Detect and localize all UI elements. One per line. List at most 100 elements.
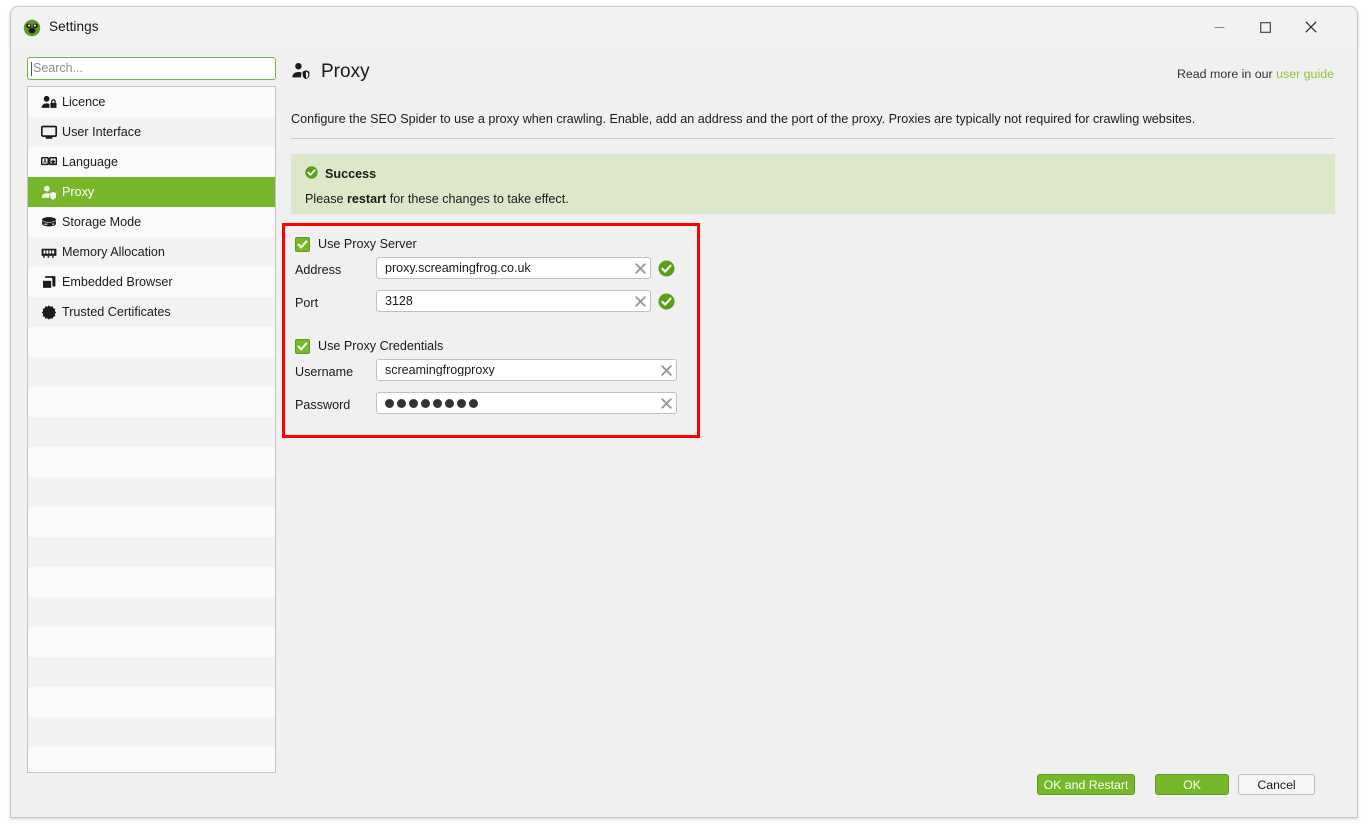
success-banner: Success Please restart for these changes… — [291, 154, 1335, 214]
username-value: screamingfrogproxy — [377, 364, 656, 377]
search-placeholder: Search... — [33, 62, 83, 75]
cancel-button[interactable]: Cancel — [1238, 774, 1315, 795]
username-label: Username — [295, 366, 353, 379]
settings-nav-list[interactable]: Licence User Interface A Language Proxy Stora… — [27, 86, 276, 773]
use-proxy-credentials-label: Use Proxy Credentials — [318, 340, 443, 353]
use-proxy-server-label: Use Proxy Server — [318, 238, 417, 251]
banner-message-prefix: Please — [305, 192, 347, 206]
maximize-icon[interactable] — [1242, 7, 1288, 47]
search-input[interactable]: Search... — [27, 57, 276, 80]
port-field[interactable]: 3128 — [376, 290, 651, 312]
port-label: Port — [295, 297, 318, 310]
sidebar-empty-row — [28, 387, 275, 417]
page-header: Proxy — [291, 61, 370, 81]
sidebar-item-label: Storage Mode — [62, 216, 141, 229]
port-value: 3128 — [377, 295, 630, 308]
sidebar-item-embedded-browser[interactable]: Embedded Browser — [28, 267, 275, 297]
address-label: Address — [295, 264, 341, 277]
close-icon[interactable] — [1288, 7, 1334, 47]
address-valid-check-icon — [658, 260, 675, 277]
checkbox-checked-icon — [295, 237, 310, 252]
port-valid-check-icon — [658, 293, 675, 310]
sidebar-item-label: User Interface — [62, 126, 141, 139]
ok-button[interactable]: OK — [1155, 774, 1229, 795]
sidebar-empty-row — [28, 597, 275, 627]
sidebar-empty-row — [28, 417, 275, 447]
window-title: Settings — [49, 19, 99, 34]
password-dot — [409, 399, 418, 408]
screaming-frog-logo-icon — [23, 19, 41, 37]
user-lock-icon — [40, 94, 57, 111]
database-icon — [40, 214, 57, 231]
sidebar-item-licence[interactable]: Licence — [28, 87, 275, 117]
sidebar-empty-row — [28, 657, 275, 687]
sidebar-item-label: Trusted Certificates — [62, 306, 171, 319]
clear-x-icon[interactable] — [656, 393, 676, 413]
sidebar-empty-row — [28, 627, 275, 657]
use-proxy-credentials-checkbox[interactable]: Use Proxy Credentials — [295, 339, 443, 354]
sidebar-empty-row — [28, 477, 275, 507]
sidebar-empty-row — [28, 327, 275, 357]
user-guide-link[interactable]: user guide — [1276, 67, 1334, 81]
language-icon: A — [40, 154, 57, 171]
text-caret — [31, 62, 32, 76]
password-label: Password — [295, 399, 350, 412]
sidebar-item-label: Licence — [62, 96, 105, 109]
password-dot — [397, 399, 406, 408]
title-bar: Settings — [11, 7, 1357, 47]
password-field[interactable] — [376, 392, 677, 414]
clear-x-icon[interactable] — [630, 291, 650, 311]
sidebar-empty-row — [28, 447, 275, 477]
password-dot — [433, 399, 442, 408]
settings-dialog-screen: Settings Search... — [0, 0, 1366, 825]
header-divider — [291, 138, 1335, 139]
sidebar-item-label: Language — [62, 156, 118, 169]
monitor-icon — [40, 124, 57, 141]
proxy-form: Use Proxy Server Address proxy.screaming… — [287, 228, 697, 433]
sidebar-empty-row — [28, 567, 275, 597]
clear-x-icon[interactable] — [630, 258, 650, 278]
certificate-icon — [40, 304, 57, 321]
username-field[interactable]: screamingfrogproxy — [376, 359, 677, 381]
sidebar-item-proxy[interactable]: Proxy — [28, 177, 275, 207]
settings-window: Settings Search... — [10, 6, 1358, 818]
use-proxy-server-checkbox[interactable]: Use Proxy Server — [295, 237, 417, 252]
page-description: Configure the SEO Spider to use a proxy … — [291, 111, 1335, 127]
dialog-footer: OK and Restart OK Cancel — [11, 765, 1357, 817]
svg-text:A: A — [43, 159, 47, 165]
ok-and-restart-button[interactable]: OK and Restart — [1037, 774, 1135, 795]
sidebar-empty-row — [28, 507, 275, 537]
clear-x-icon[interactable] — [656, 360, 676, 380]
read-more-text: Read more in our user guide — [1177, 67, 1334, 81]
banner-title-row: Success — [305, 166, 1321, 182]
password-dot — [469, 399, 478, 408]
sidebar-item-memory-allocation[interactable]: Memory Allocation — [28, 237, 275, 267]
address-field[interactable]: proxy.screamingfrog.co.uk — [376, 257, 651, 279]
banner-title-text: Success — [325, 168, 376, 181]
sidebar-item-storage-mode[interactable]: Storage Mode — [28, 207, 275, 237]
sidebar-empty-row — [28, 537, 275, 567]
browser-window-icon — [40, 274, 57, 291]
banner-message-bold: restart — [347, 192, 386, 206]
password-masked-value — [377, 399, 656, 408]
checkbox-checked-icon — [295, 339, 310, 354]
sidebar-item-trusted-certificates[interactable]: Trusted Certificates — [28, 297, 275, 327]
sidebar-item-user-interface[interactable]: User Interface — [28, 117, 275, 147]
memory-chip-icon — [40, 244, 57, 261]
page-title: Proxy — [321, 62, 370, 81]
sidebar-empty-row — [28, 357, 275, 387]
user-shield-icon — [291, 61, 311, 81]
banner-message: Please restart for these changes to take… — [305, 193, 1321, 206]
password-dot — [457, 399, 466, 408]
user-shield-icon — [40, 184, 57, 201]
minimize-icon[interactable] — [1196, 7, 1242, 47]
sidebar-item-label: Memory Allocation — [62, 246, 165, 259]
password-dot — [385, 399, 394, 408]
password-dot — [421, 399, 430, 408]
sidebar-empty-row — [28, 687, 275, 717]
banner-message-suffix: for these changes to take effect. — [386, 192, 569, 206]
address-value: proxy.screamingfrog.co.uk — [377, 262, 630, 275]
sidebar-item-language[interactable]: A Language — [28, 147, 275, 177]
sidebar-item-label: Proxy — [62, 186, 94, 199]
read-more-prefix: Read more in our — [1177, 67, 1276, 81]
